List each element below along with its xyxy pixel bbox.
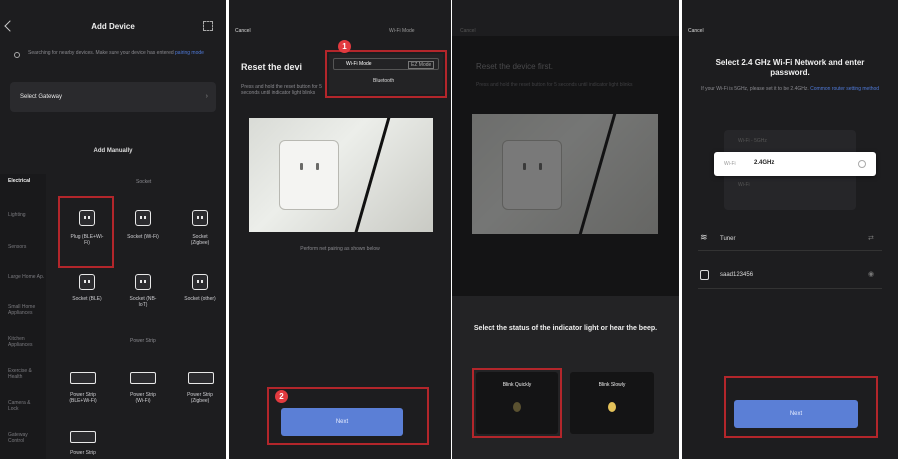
- mode-menu: Wi-Fi Mode EZ Mode Bluetooth: [329, 54, 443, 94]
- outlet-image: [502, 140, 562, 210]
- step-badge: 2: [275, 390, 288, 403]
- mode-selector[interactable]: Wi-Fi Mode: [389, 28, 415, 34]
- add-manually-heading: Add Manually: [93, 148, 133, 154]
- plug-icon[interactable]: [192, 274, 208, 290]
- reset-device-screen: Cancel Wi-Fi Mode Reset the devi Press a…: [229, 0, 451, 459]
- option-label: Blink Quickly: [502, 382, 532, 388]
- search-notice: Searching for nearby devices. Make sure …: [28, 50, 206, 56]
- search-notice-text: Searching for nearby devices. Make sure …: [28, 50, 174, 56]
- reset-illustration-image: [472, 114, 658, 234]
- power-strip-icon[interactable]: [188, 372, 214, 384]
- next-button[interactable]: Next: [734, 400, 858, 428]
- page-title: Reset the devi: [241, 62, 303, 72]
- divider-line: [572, 114, 623, 234]
- bulb-icon: [513, 402, 521, 412]
- mode-option-wifi[interactable]: Wi-Fi Mode EZ Mode: [333, 58, 439, 70]
- bottom-sheet: Select the status of the indicator light…: [452, 296, 679, 459]
- category-kitchen[interactable]: Kitchen Appliances: [8, 336, 42, 348]
- category-sensors[interactable]: Sensors: [8, 244, 26, 250]
- page-title: Add Device: [91, 22, 135, 31]
- blink-quickly-option[interactable]: Blink Quickly: [476, 372, 558, 434]
- category-gateway[interactable]: Gateway Control: [8, 432, 42, 444]
- add-device-screen: Add Device Searching for nearby devices.…: [0, 0, 226, 459]
- plug-icon[interactable]: [79, 210, 95, 226]
- step-badge: 1: [338, 40, 351, 53]
- image-caption: Perform net pairing as shown below: [300, 246, 380, 252]
- outlet-image: [279, 140, 339, 210]
- network-row: Wi-Fi - 5GHz: [738, 138, 767, 144]
- subtitle-text: If your Wi-Fi is 5GHz, please set it to …: [700, 86, 809, 92]
- wifi-info-icon: [858, 160, 866, 168]
- network-row: Wi-Fi: [738, 182, 750, 188]
- mode-option-label: Wi-Fi Mode: [346, 61, 372, 67]
- show-password-icon[interactable]: ◉: [868, 270, 874, 278]
- next-button[interactable]: Next: [281, 408, 403, 436]
- device-label: Socket (other): [184, 296, 216, 302]
- power-strip-icon[interactable]: [130, 372, 156, 384]
- wifi-name-field[interactable]: Tuner: [720, 236, 735, 242]
- plug-icon[interactable]: [135, 274, 151, 290]
- section-socket-label: Socket: [136, 179, 152, 185]
- page-title: Reset the device first.: [476, 62, 553, 71]
- subtitle: If your Wi-Fi is 5GHz, please set it to …: [700, 86, 880, 92]
- bulb-icon: [608, 402, 616, 412]
- device-label: Socket (Zigbee): [190, 234, 210, 246]
- sheet-title: Select the status of the indicator light…: [473, 325, 658, 332]
- network-band: 2.4GHz: [754, 160, 775, 166]
- divider: [698, 250, 882, 251]
- reset-illustration-image: [249, 118, 433, 232]
- divider-line: [349, 118, 396, 232]
- device-label: Plug (BLE+Wi-Fi): [70, 234, 104, 246]
- highlight-plug-device: [58, 196, 114, 268]
- mode-option-ez[interactable]: EZ Mode: [408, 61, 435, 69]
- bluetooth-search-icon: [14, 52, 20, 58]
- category-camera-lock[interactable]: Camera & Lock: [8, 400, 42, 412]
- category-exercise[interactable]: Exercise & Health: [8, 368, 42, 380]
- indicator-status-screen: Cancel Reset the device first. Press and…: [452, 0, 679, 459]
- device-label: Socket (Wi-Fi): [127, 234, 159, 240]
- select-gateway-label: Select Gateway: [20, 94, 63, 100]
- device-label: Power Strip (BLE+Wi-Fi): [69, 392, 97, 404]
- category-electrical[interactable]: Electrical: [8, 178, 30, 184]
- divider: [698, 288, 882, 289]
- wifi-setup-screen: Cancel Select 2.4 GHz Wi-Fi Network and …: [682, 0, 898, 459]
- category-lighting[interactable]: Lighting: [8, 212, 26, 218]
- device-label: Socket (NB-IoT): [129, 296, 157, 308]
- plug-icon[interactable]: [79, 274, 95, 290]
- cancel-link[interactable]: Cancel: [688, 28, 704, 34]
- reset-instructions: Press and hold the reset button for 5 se…: [476, 82, 633, 88]
- category-large-home[interactable]: Large Home Ap.: [8, 274, 44, 280]
- mode-option-bluetooth[interactable]: Bluetooth: [373, 78, 394, 84]
- selected-network-row: Wi-Fi 2.4GHz: [714, 152, 876, 176]
- power-strip-icon[interactable]: [70, 431, 96, 443]
- device-label: Power Strip: [70, 450, 96, 456]
- dimmed-overlay: Reset the device first. Press and hold t…: [452, 36, 679, 296]
- section-power-strip-label: Power Strip: [130, 338, 156, 344]
- pairing-mode-link[interactable]: pairing mode: [175, 50, 204, 56]
- device-label: Power Strip (Wi-Fi): [130, 392, 156, 404]
- cancel-link[interactable]: Cancel: [235, 28, 251, 34]
- plug-icon[interactable]: [192, 210, 208, 226]
- chevron-right-icon: ›: [205, 93, 208, 100]
- device-label: Socket (BLE): [72, 296, 102, 302]
- page-title: Select 2.4 GHz Wi-Fi Network and enter p…: [715, 58, 865, 77]
- wifi-icon: ≋: [700, 232, 708, 242]
- power-strip-icon[interactable]: [70, 372, 96, 384]
- router-setting-link[interactable]: Common router setting method: [810, 86, 879, 92]
- password-field[interactable]: saad123456: [720, 272, 753, 278]
- lock-icon: [700, 270, 709, 280]
- select-gateway-row[interactable]: Select Gateway ›: [10, 82, 216, 112]
- swap-network-icon[interactable]: ⇄: [868, 234, 874, 242]
- reset-instructions: Press and hold the reset button for 5 se…: [241, 84, 322, 96]
- cancel-link[interactable]: Cancel: [460, 28, 476, 34]
- scan-icon[interactable]: [203, 21, 213, 31]
- option-label: Blink Slowly: [598, 382, 626, 388]
- blink-slowly-option[interactable]: Blink Slowly: [570, 372, 654, 434]
- plug-icon[interactable]: [135, 210, 151, 226]
- device-label: Power Strip (Zigbee): [187, 392, 213, 404]
- network-prefix: Wi-Fi: [724, 161, 736, 167]
- category-small-home[interactable]: Small Home Appliances: [8, 304, 42, 316]
